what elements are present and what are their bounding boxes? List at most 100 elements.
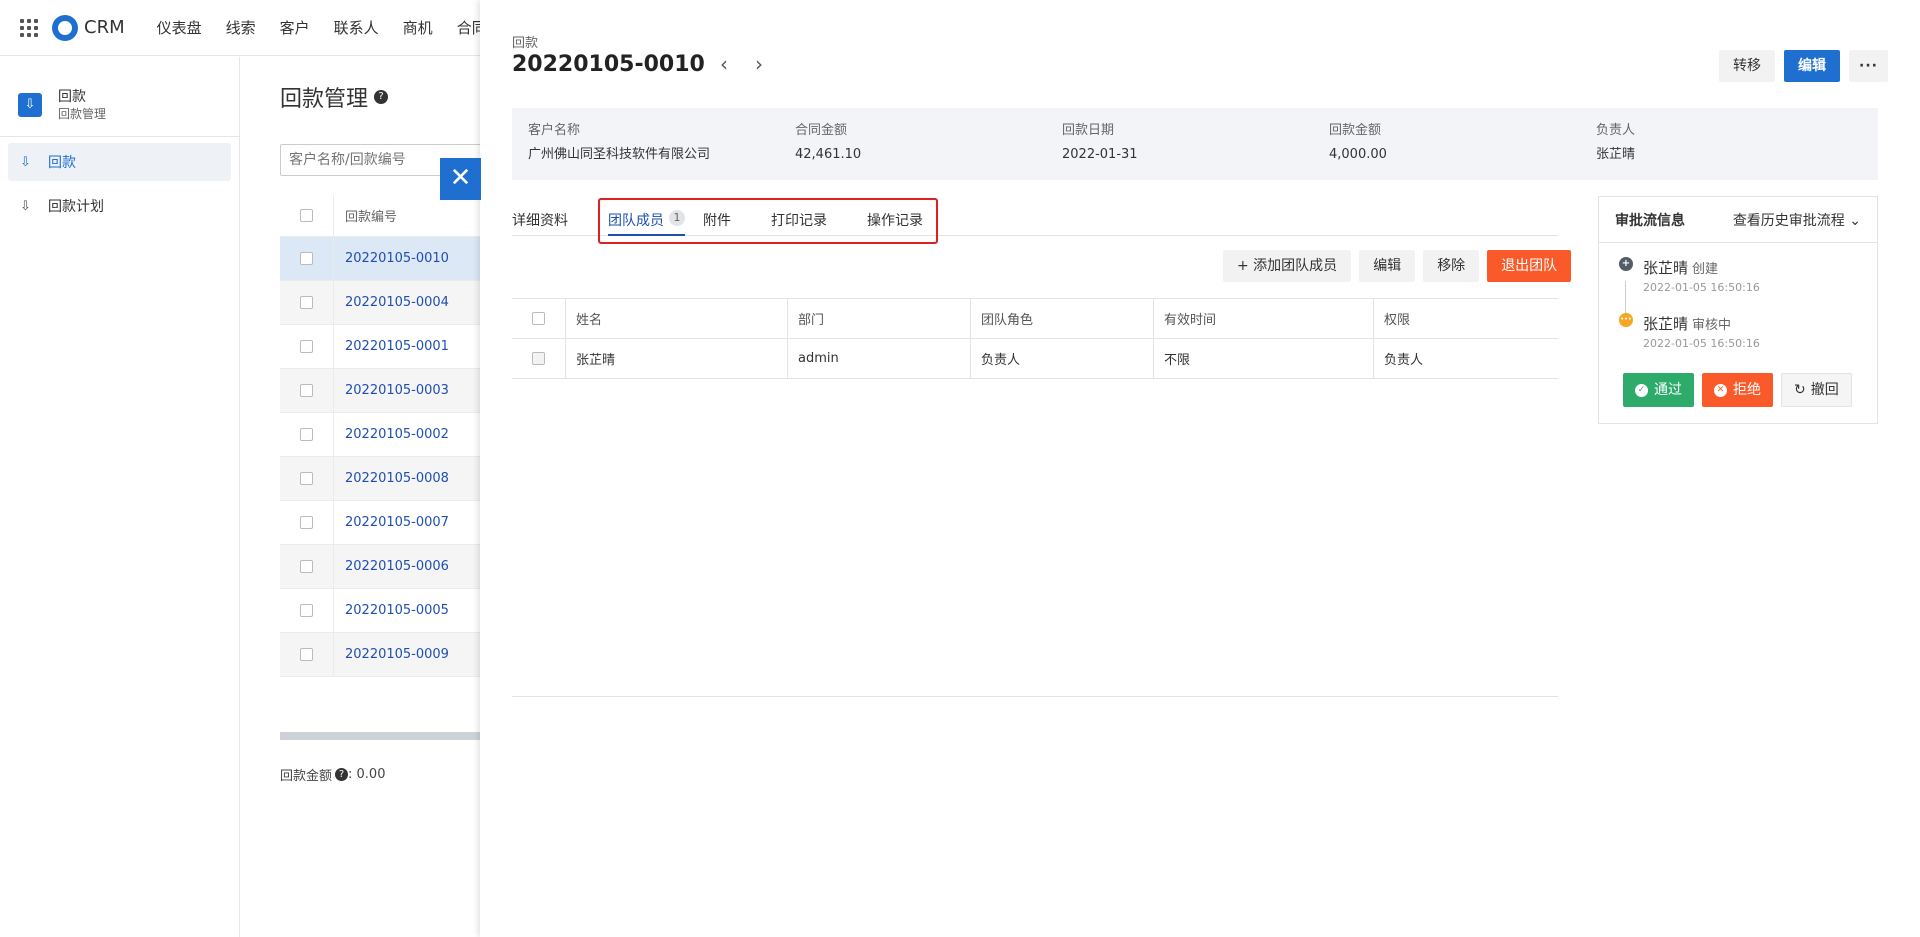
step-time: 2022-01-05 16:50:16 bbox=[1643, 281, 1760, 294]
approve-button[interactable]: ✓ 通过 bbox=[1623, 373, 1694, 407]
logo-icon bbox=[52, 14, 78, 41]
row-code-link[interactable]: 20220105-0006 bbox=[334, 559, 449, 574]
row-code-link[interactable]: 20220105-0009 bbox=[334, 647, 449, 662]
table-row[interactable]: 20220105-0005 bbox=[280, 589, 480, 633]
row-checkbox[interactable] bbox=[532, 352, 545, 365]
table-row[interactable]: 20220105-0008 bbox=[280, 457, 480, 501]
summary-owner: 负责人 张芷晴 bbox=[1596, 122, 1863, 180]
step-status: 审核中 bbox=[1692, 318, 1732, 333]
row-checkbox[interactable] bbox=[300, 560, 313, 573]
edit-button[interactable]: 编辑 bbox=[1784, 50, 1841, 82]
approval-history-link[interactable]: 查看历史审批流程 ⌄ bbox=[1733, 210, 1861, 230]
more-button[interactable]: ··· bbox=[1849, 50, 1888, 82]
detail-drawer: 回款 20220105-0010 ‹ › 转移 编辑 ··· 客户名称 广州佛山… bbox=[480, 0, 1920, 937]
sidebar-item-payment-plan[interactable]: ⇩ 回款计划 bbox=[8, 187, 231, 225]
chevron-right-icon[interactable]: › bbox=[755, 52, 763, 76]
row-code-link[interactable]: 20220105-0005 bbox=[334, 603, 449, 618]
exit-team-button[interactable]: 退出团队 bbox=[1487, 250, 1572, 282]
tab-label: 详细资料 bbox=[512, 213, 568, 229]
summary-value: 广州佛山同圣科技软件有限公司 bbox=[528, 147, 711, 162]
payment-total: 回款金额 ? : 0.00 bbox=[280, 765, 385, 784]
sidebar-item-payment[interactable]: ⇩ 回款 bbox=[8, 143, 231, 181]
app-logo[interactable]: CRM bbox=[52, 14, 125, 41]
row-code-link[interactable]: 20220105-0010 bbox=[334, 251, 449, 266]
nav-menu: 仪表盘 线索 客户 联系人 商机 合同 bbox=[157, 17, 511, 38]
row-code-link[interactable]: 20220105-0007 bbox=[334, 515, 449, 530]
column-header-department: 部门 bbox=[788, 299, 971, 338]
payment-module-icon: ⇩ bbox=[18, 92, 42, 117]
approve-label: 通过 bbox=[1654, 382, 1682, 398]
row-code-link[interactable]: 20220105-0001 bbox=[334, 339, 449, 354]
table-row[interactable]: 20220105-0009 bbox=[280, 633, 480, 677]
row-code-link[interactable]: 20220105-0002 bbox=[334, 427, 449, 442]
nav-item-contacts[interactable]: 联系人 bbox=[334, 17, 379, 38]
approval-title: 审批流信息 bbox=[1615, 212, 1685, 229]
table-row[interactable]: 20220105-0002 bbox=[280, 413, 480, 457]
tab-details[interactable]: 详细资料 bbox=[512, 200, 568, 236]
reject-button[interactable]: ✕ 拒绝 bbox=[1702, 373, 1773, 407]
summary-label: 合同金额 bbox=[795, 123, 848, 138]
nav-item-dashboard[interactable]: 仪表盘 bbox=[157, 17, 202, 38]
table-header-row: 回款编号 bbox=[280, 195, 480, 237]
row-checkbox[interactable] bbox=[300, 648, 313, 661]
apps-grid-icon[interactable] bbox=[20, 18, 38, 37]
row-checkbox[interactable] bbox=[300, 604, 313, 617]
table-row[interactable]: 张芷晴 admin 负责人 不限 负责人 bbox=[512, 339, 1558, 379]
sidebar-header: ⇩ 回款 回款管理 bbox=[0, 57, 239, 137]
help-icon[interactable]: ? bbox=[374, 90, 389, 104]
add-team-member-button[interactable]: + 添加团队成员 bbox=[1223, 250, 1352, 282]
history-label: 查看历史审批流程 bbox=[1732, 212, 1845, 229]
horizontal-scrollbar[interactable] bbox=[280, 732, 480, 740]
x-circle-icon: ✕ bbox=[1714, 383, 1727, 397]
column-header-permission: 权限 bbox=[1384, 313, 1411, 328]
table-row[interactable]: 20220105-0001 bbox=[280, 325, 480, 369]
row-code-link[interactable]: 20220105-0004 bbox=[334, 295, 449, 310]
row-code-link[interactable]: 20220105-0003 bbox=[334, 383, 449, 398]
chevron-down-icon: ⌄ bbox=[1849, 212, 1861, 229]
approval-step-created: + 张芷晴 创建 2022-01-05 16:50:16 bbox=[1619, 257, 1760, 294]
row-code-link[interactable]: 20220105-0008 bbox=[334, 471, 449, 486]
divider bbox=[512, 696, 1558, 697]
row-checkbox[interactable] bbox=[300, 296, 313, 309]
payment-icon: ⇩ bbox=[20, 154, 31, 170]
nav-item-leads[interactable]: 线索 bbox=[226, 17, 256, 38]
nav-item-opportunities[interactable]: 商机 bbox=[403, 17, 433, 38]
summary-payment-date: 回款日期 2022-01-31 bbox=[1062, 122, 1329, 180]
help-icon[interactable]: ? bbox=[335, 768, 349, 781]
cell-role: 负责人 bbox=[971, 339, 1154, 378]
close-drawer-icon[interactable]: ✕ bbox=[440, 158, 481, 200]
table-row[interactable]: 20220105-0003 bbox=[280, 369, 480, 413]
select-all-checkbox[interactable] bbox=[532, 312, 545, 325]
row-checkbox[interactable] bbox=[300, 384, 313, 397]
header-actions: 转移 编辑 ··· bbox=[1710, 50, 1888, 82]
row-checkbox[interactable] bbox=[300, 472, 313, 485]
table-row[interactable]: 20220105-0006 bbox=[280, 545, 480, 589]
select-all-checkbox[interactable] bbox=[300, 209, 313, 222]
record-summary: 客户名称 广州佛山同圣科技软件有限公司 合同金额 42,461.10 回款日期 … bbox=[512, 108, 1878, 180]
pending-icon: ··· bbox=[1619, 313, 1633, 327]
revoke-button[interactable]: ↻ 撤回 bbox=[1781, 373, 1852, 407]
column-header-code[interactable]: 回款编号 bbox=[334, 206, 397, 225]
summary-value: 42,461.10 bbox=[795, 147, 862, 162]
cell-name: 张芷晴 bbox=[566, 339, 788, 378]
page-title-text: 回款管理 bbox=[280, 87, 369, 112]
column-header-valid-time: 有效时间 bbox=[1154, 299, 1374, 338]
row-checkbox[interactable] bbox=[300, 428, 313, 441]
row-checkbox[interactable] bbox=[300, 252, 313, 265]
table-row[interactable]: 20220105-0010 bbox=[280, 237, 480, 281]
edit-team-button[interactable]: 编辑 bbox=[1359, 250, 1416, 282]
transfer-button[interactable]: 转移 bbox=[1719, 50, 1776, 82]
chevron-left-icon[interactable]: ‹ bbox=[720, 52, 728, 76]
record-type-label: 回款 bbox=[512, 36, 539, 51]
payment-total-label: 回款金额 bbox=[280, 769, 333, 784]
list-table: 回款编号 20220105-0010 20220105-0004 2022010… bbox=[280, 195, 480, 677]
table-row[interactable]: 20220105-0004 bbox=[280, 281, 480, 325]
remove-member-button[interactable]: 移除 bbox=[1423, 250, 1480, 282]
nav-item-customers[interactable]: 客户 bbox=[280, 17, 310, 38]
row-checkbox[interactable] bbox=[300, 516, 313, 529]
summary-value: 4,000.00 bbox=[1329, 147, 1387, 162]
row-checkbox[interactable] bbox=[300, 340, 313, 353]
table-row[interactable]: 20220105-0007 bbox=[280, 501, 480, 545]
payment-plan-icon: ⇩ bbox=[20, 198, 31, 214]
sidebar: ⇩ 回款 回款管理 ⇩ 回款 ⇩ 回款计划 bbox=[0, 57, 240, 937]
